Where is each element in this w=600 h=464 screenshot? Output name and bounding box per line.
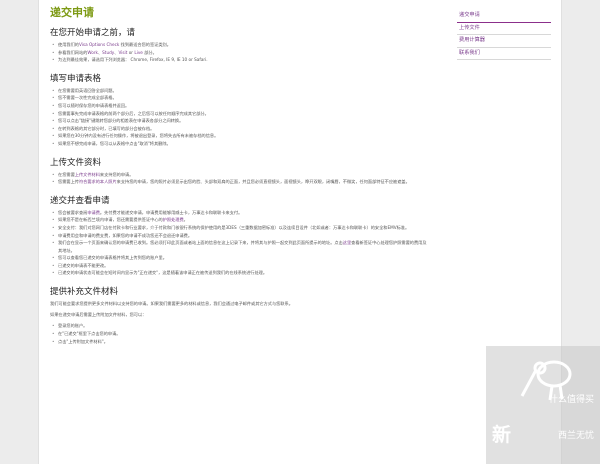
section-title: 提供补充文件材料 [50, 287, 119, 298]
list-item: 您会被要求查阅申请费。先付费才能递交申请，申请费用能够用威士卡，万事达卡和联联卡… [52, 209, 430, 217]
list-item: 如果您在30分钟内没有进行任何操作，将被退出登录，您将失去所有未被存档的信息。 [52, 132, 430, 140]
bullet-list: 使用我们的Visa Options Check 找到最适合您的签证类别。 参看我… [50, 41, 430, 64]
section-title: 在您开始申请之前，请 [50, 28, 136, 38]
section-fill-form: 填写申请表格 在您需要用英语回答全部问题。 您不需要一次性完成全部表格。 您可以… [50, 74, 430, 148]
watermark-text-1: 什么值得买 [548, 395, 594, 405]
visa-options-check-link[interactable]: Visa Options Check [79, 42, 119, 47]
section-title: 递交并查看申请 [50, 195, 110, 206]
page: 递交申请 在您开始申请之前，请 使用我们的Visa Options Check … [38, 0, 562, 464]
sidebar-item-contact[interactable]: 联系我们 [457, 48, 551, 60]
list-item: 您不需要一次性完成全部表格。 [52, 94, 430, 102]
bullet-list: 在您需要上传文件材料来支持您的申请。 您需要上传符合要求的本人照片来支持您的申请… [50, 171, 430, 186]
list-item: 点击"上传附加文件材料"。 [52, 338, 430, 346]
list-item: 登录您的账户。 [52, 322, 430, 330]
upload-docs-link[interactable]: 上传文件材料 [75, 172, 100, 177]
list-item: 您需要事先完成申请表格的前两个部分后，之后您可以按任何顺序完成其它部分。 [52, 110, 430, 118]
list-item: 已递交的申请表不能更改。 [52, 262, 430, 270]
section-title: 上传文件资料 [50, 157, 102, 168]
watermark: 什么值得买 新 西兰无忧 [486, 346, 600, 464]
live-link[interactable]: Live [134, 50, 143, 55]
sidebar-item-submit[interactable]: 递交申请 [457, 10, 551, 23]
list-item: 在您需要上传文件材料来支持您的申请。 [52, 171, 430, 179]
watermark-text-3: 西兰无忧 [557, 431, 594, 441]
list-item: 我们会在显示一个页面来确认您的申请费已收到。您必须打印此页面或者站上面的信息在这… [52, 239, 430, 254]
list-item: 您需要上传符合要求的本人照片来支持您的申请，您的照片必须显示出您的脸、头部和双肩… [52, 178, 430, 186]
list-item: 您可以随时保存您的申请表格并返回。 [52, 102, 430, 110]
bullet-list: 您会被要求查阅申请费。先付费才能递交申请，申请费用能够用威士卡，万事达卡和联联卡… [50, 209, 430, 277]
list-item: 参看我们网站的Work、Study、Visit or Live 部分。 [52, 49, 430, 57]
study-link[interactable]: Study [102, 50, 114, 55]
application-fee-link[interactable]: 申请费 [87, 210, 100, 215]
sidebar-nav: 递交申请 上传文件 费用计算器 联系我们 [457, 10, 551, 60]
list-item: 您可以查看您已递交的申请表格并将其上传到您的账户里。 [52, 254, 430, 262]
paragraph: 我们可能会要求您提供更多文件材料以支持您的申请。如果我们需要更多的材料或信息，我… [50, 301, 293, 307]
bullet-list: 在您需要用英语回答全部问题。 您不需要一次性完成全部表格。 您可以随时保存您的申… [50, 87, 430, 148]
section-upload-docs: 上传文件资料 在您需要上传文件材料来支持您的申请。 您需要上传符合要求的本人照片… [50, 158, 430, 186]
section-submit-review: 递交并查看申请 您会被要求查阅申请费。先付费才能递交申请，申请费用能够用威士卡，… [50, 196, 430, 277]
list-item: 已递交的申请状态可能会在短时间内显示为"正在递交"，这是随着该申请正在被传送到我… [52, 269, 430, 277]
paragraph: 如果在递交申请后需要上传附加文件材料，您可以： [50, 312, 147, 318]
list-item: 使用我们的Visa Options Check 找到最适合您的签证类别。 [52, 41, 430, 49]
list-item: 如果您不想完成申请，您可以从表格中点击"取消"将其删除。 [52, 140, 430, 148]
main-content: 递交申请 在您开始申请之前，请 使用我们的Visa Options Check … [50, 6, 430, 355]
list-item: 为达到最佳效果，请选用下列浏览器： Chrome, Firefox, IE 9,… [52, 56, 430, 64]
list-item: 您可以点击"链接"键跳转您部分的相差表在申请表各部分之间转换。 [52, 117, 430, 125]
here-link[interactable]: 这里 [343, 240, 351, 245]
list-item: 安全支付：我们对您网门店在付款卡和行业要求，介于付款和门核银行系统的保护使用的是… [52, 224, 430, 232]
sidebar-item-fee-calculator[interactable]: 费用计算器 [457, 35, 551, 48]
list-item: 在转到表格的其它部分时，已填写的部分会被存档。 [52, 125, 430, 133]
page-title: 递交申请 [50, 6, 94, 19]
list-item: 申请费用会和申请的费支费，如果您的申请不成功您还不会退还申请费。 [52, 232, 430, 240]
list-item: 在您需要用英语回答全部问题。 [52, 87, 430, 95]
section-before-you-apply: 在您开始申请之前，请 使用我们的Visa Options Check 找到最适合… [50, 28, 430, 64]
work-link[interactable]: Work [87, 50, 98, 55]
list-item: 在"已递交"框里下点击您的申请。 [52, 330, 430, 338]
section-supporting-docs: 提供补充文件材料 我们可能会要求您提供更多文件材料以支持您的申请。如果我们需要更… [50, 287, 430, 345]
list-item: 如果您不是在新西兰境内申请，您还需要提供签证中心的护照处理费。 [52, 216, 430, 224]
section-title: 填写申请表格 [50, 73, 102, 84]
sidebar-item-upload[interactable]: 上传文件 [457, 23, 551, 35]
photo-requirements-link[interactable]: 符合要求的本人照片 [79, 179, 117, 184]
bullet-list: 登录您的账户。 在"已递交"框里下点击您的申请。 点击"上传附加文件材料"。 [50, 322, 430, 345]
passport-fee-link[interactable]: 护照处理费 [163, 217, 184, 222]
watermark-text-2: 新 [492, 424, 512, 446]
